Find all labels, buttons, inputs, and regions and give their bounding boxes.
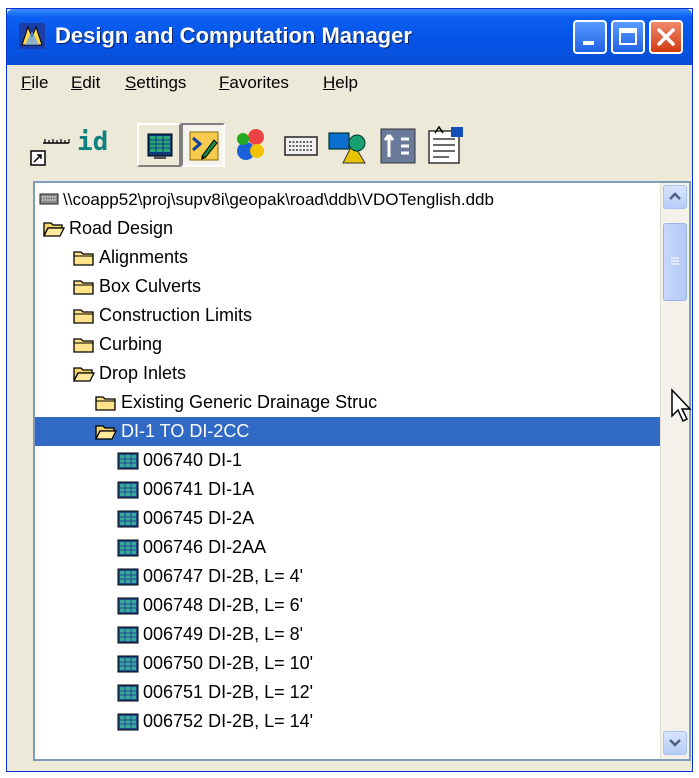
item-icon bbox=[117, 597, 139, 615]
tree-folder[interactable]: DI-1 TO DI-2CC bbox=[35, 417, 689, 446]
properties-icon[interactable] bbox=[425, 125, 465, 165]
tree-label: Alignments bbox=[99, 247, 189, 267]
toolbar: id bbox=[7, 99, 692, 179]
item-icon bbox=[117, 510, 139, 528]
tree-label: Construction Limits bbox=[99, 305, 253, 325]
tree-label: Road Design bbox=[69, 218, 174, 238]
tree-label: Existing Generic Drainage Struc bbox=[121, 392, 378, 412]
tree-label: DI-1 TO DI-2CC bbox=[121, 421, 250, 441]
item-icon bbox=[117, 713, 139, 731]
tree-label: 006745 DI-2A bbox=[143, 508, 255, 528]
app-logo-icon bbox=[19, 23, 45, 49]
design-mode-icon bbox=[189, 131, 219, 161]
vertical-scrollbar[interactable] bbox=[660, 183, 689, 759]
dcm-window: Design and Computation Manager File Edit… bbox=[6, 8, 693, 772]
maximize-icon bbox=[619, 28, 637, 45]
tree-label: 006748 DI-2B, L= 6' bbox=[143, 595, 304, 615]
close-icon bbox=[657, 28, 675, 46]
tree-label: 006752 DI-2B, L= 14' bbox=[143, 711, 314, 731]
item-icon bbox=[117, 481, 139, 499]
folder-icon bbox=[95, 396, 116, 411]
tree-label: 006751 DI-2B, L= 12' bbox=[143, 682, 314, 702]
menu-help-label: Help bbox=[323, 73, 358, 92]
tree-label: 006749 DI-2B, L= 8' bbox=[143, 624, 304, 644]
tree-label: 006741 DI-1A bbox=[143, 479, 255, 499]
chevron-down-icon bbox=[669, 739, 681, 747]
menu-file-label: File bbox=[21, 73, 49, 92]
scroll-up-button[interactable] bbox=[663, 185, 687, 209]
maximize-button[interactable] bbox=[611, 20, 645, 54]
menu-edit[interactable]: Edit bbox=[71, 73, 100, 93]
minimize-button[interactable] bbox=[573, 20, 607, 54]
database-tree[interactable]: \\coapp52\proj\supv8i\geopak\road\ddb\VD… bbox=[33, 181, 691, 761]
item-icon bbox=[117, 452, 139, 470]
tree-root-path: \\coapp52\proj\supv8i\geopak\road\ddb\VD… bbox=[63, 190, 494, 209]
item-icon bbox=[117, 626, 139, 644]
palette-icon[interactable] bbox=[231, 125, 271, 165]
drive-icon bbox=[39, 193, 59, 205]
shapes-icon[interactable] bbox=[327, 127, 369, 167]
tree-label: 006746 DI-2AA bbox=[143, 537, 267, 557]
menu-settings[interactable]: Settings bbox=[125, 73, 186, 93]
menu-settings-label: Settings bbox=[125, 73, 187, 92]
menu-file[interactable]: File bbox=[21, 73, 48, 93]
chevron-up-icon bbox=[669, 192, 681, 200]
menu-favorites[interactable]: Favorites bbox=[219, 73, 289, 93]
tree-label: Drop Inlets bbox=[99, 363, 187, 383]
folder-open-icon bbox=[43, 222, 65, 237]
tool-button-1[interactable] bbox=[137, 123, 181, 167]
menu-help[interactable]: Help bbox=[323, 73, 358, 93]
scroll-thumb[interactable] bbox=[663, 223, 687, 301]
item-icon bbox=[117, 539, 139, 557]
item-icon bbox=[117, 655, 139, 673]
tree-label: 006740 DI-1 bbox=[143, 450, 243, 470]
menu-favorites-label: Favorites bbox=[219, 73, 289, 92]
minimize-icon bbox=[583, 41, 594, 45]
menu-edit-label: Edit bbox=[71, 73, 101, 92]
compute-icon[interactable] bbox=[379, 127, 417, 165]
folder-icon bbox=[73, 280, 94, 295]
tree-label: Curbing bbox=[99, 334, 163, 354]
scroll-down-button[interactable] bbox=[663, 731, 687, 755]
folder-open-icon bbox=[73, 367, 95, 382]
id-label[interactable]: id bbox=[77, 127, 108, 157]
folder-icon bbox=[73, 309, 94, 324]
place-dialog-icon[interactable] bbox=[29, 131, 73, 167]
tree-label: 006747 DI-2B, L= 4' bbox=[143, 566, 304, 586]
item-icon bbox=[117, 568, 139, 586]
tree-root[interactable]: \\coapp52\proj\supv8i\geopak\road\ddb\VD… bbox=[39, 185, 659, 214]
tree-label: Box Culverts bbox=[99, 276, 202, 296]
menu-bar: File Edit Settings Favorites Help bbox=[7, 65, 692, 99]
window-title: Design and Computation Manager bbox=[55, 23, 412, 48]
item-icon bbox=[117, 684, 139, 702]
keyboard-icon[interactable] bbox=[283, 131, 319, 161]
mouse-cursor-icon bbox=[671, 388, 692, 423]
tree-label: 006750 DI-2B, L= 10' bbox=[143, 653, 314, 673]
title-bar[interactable]: Design and Computation Manager bbox=[7, 9, 692, 65]
folder-icon bbox=[73, 251, 94, 266]
folder-icon bbox=[73, 338, 94, 353]
monitor-icon bbox=[147, 133, 173, 159]
folder-open-icon bbox=[95, 425, 117, 440]
close-button[interactable] bbox=[649, 20, 683, 54]
grip-icon bbox=[671, 257, 679, 265]
tool-button-2[interactable] bbox=[181, 123, 225, 167]
